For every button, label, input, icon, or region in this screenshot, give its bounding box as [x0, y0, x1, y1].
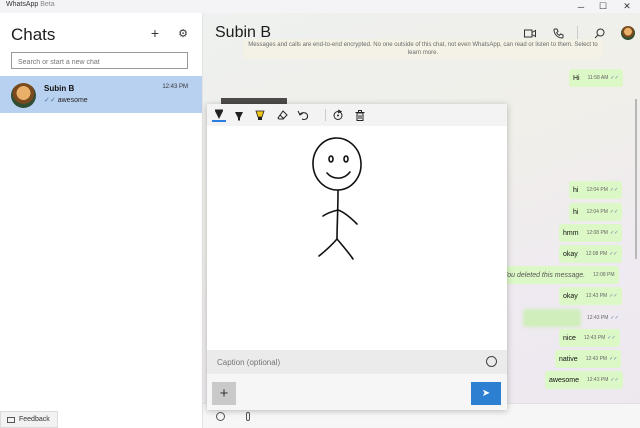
- encryption-notice[interactable]: Messages and calls are end-to-end encryp…: [243, 39, 603, 59]
- eraser-icon[interactable]: [275, 108, 289, 122]
- add-button[interactable]: +: [212, 382, 236, 405]
- message-bubble[interactable]: hi 12:04 PM ✓✓: [569, 203, 623, 221]
- chats-title: Chats: [11, 25, 56, 44]
- profile-avatar[interactable]: [621, 26, 635, 40]
- feedback-button[interactable]: Feedback: [0, 411, 58, 428]
- new-chat-icon[interactable]: +: [148, 25, 162, 41]
- drawing-toolbar: [207, 104, 507, 126]
- deleted-message-bubble[interactable]: You deleted this message. 12:08 PM: [499, 266, 619, 284]
- message-bubble[interactable]: hi 12:04 PM ✓✓: [569, 181, 623, 199]
- highlighter-yellow-icon[interactable]: [253, 108, 267, 122]
- chat-list-pane: Chats + ⚙ Subin B 12:43 PM ✓✓awesome Fee…: [0, 13, 203, 428]
- attach-icon[interactable]: [246, 412, 250, 421]
- search-box[interactable]: [11, 52, 188, 70]
- emoji-icon[interactable]: [486, 356, 497, 367]
- caption-input[interactable]: [207, 350, 477, 374]
- chat-item-preview: ✓✓ awesome: [44, 97, 88, 104]
- chat-item-name: Subin B: [44, 84, 75, 93]
- message-bubble[interactable]: nice 12:43 PM ✓✓: [559, 329, 620, 347]
- header-divider: [577, 26, 578, 40]
- maximize-button[interactable]: ☐: [592, 0, 614, 13]
- pen-black-icon[interactable]: [212, 108, 226, 122]
- rotate-icon[interactable]: [331, 108, 345, 122]
- feedback-icon: [7, 416, 15, 423]
- message-bubble[interactable]: native 12:43 PM ✓✓: [555, 350, 622, 368]
- contact-avatar: [11, 83, 36, 108]
- editor-bottom-bar: + ➤: [207, 374, 507, 410]
- message-bubble-blurred[interactable]: 12:43 PM ✓✓: [583, 309, 623, 327]
- video-call-icon[interactable]: [523, 26, 537, 40]
- minimize-button[interactable]: ─: [570, 0, 592, 13]
- message-bubble[interactable]: hmm 12:08 PM ✓✓: [559, 224, 623, 242]
- read-ticks-icon: ✓✓: [44, 97, 56, 104]
- chat-item-time: 12:43 PM: [162, 84, 188, 90]
- close-button[interactable]: ✕: [616, 0, 638, 13]
- message-bubble[interactable]: awesome 12:43 PM ✓✓: [545, 371, 623, 389]
- voice-call-icon[interactable]: [551, 26, 565, 40]
- search-icon[interactable]: [592, 26, 606, 40]
- scrollbar[interactable]: [635, 99, 637, 259]
- app-title: WhatsApp Beta: [6, 1, 55, 8]
- stick-figure-drawing: [312, 137, 362, 260]
- message-bubble[interactable]: Hi 11:58 AM ✓✓: [569, 69, 623, 87]
- toolbar-separator: [325, 109, 326, 121]
- drawing-canvas[interactable]: [207, 126, 507, 350]
- drawing-editor: + ➤: [207, 104, 507, 410]
- send-button[interactable]: ➤: [471, 382, 501, 405]
- message-bubble[interactable]: okay 12:43 PM ✓✓: [559, 287, 622, 305]
- emoji-icon[interactable]: [216, 412, 225, 421]
- caption-bar: [207, 350, 507, 374]
- marker-black-icon[interactable]: [232, 108, 246, 122]
- blurred-content: [523, 309, 581, 327]
- title-bar: WhatsApp Beta ─ ☐ ✕: [0, 0, 640, 13]
- chat-list-item[interactable]: Subin B 12:43 PM ✓✓ awesome: [0, 76, 202, 113]
- message-bubble[interactable]: okay 12:08 PM ✓✓: [559, 245, 622, 263]
- search-input[interactable]: [12, 55, 187, 70]
- undo-icon[interactable]: [296, 108, 310, 122]
- settings-gear-icon[interactable]: ⚙: [176, 26, 190, 40]
- delete-trash-icon[interactable]: [353, 108, 367, 122]
